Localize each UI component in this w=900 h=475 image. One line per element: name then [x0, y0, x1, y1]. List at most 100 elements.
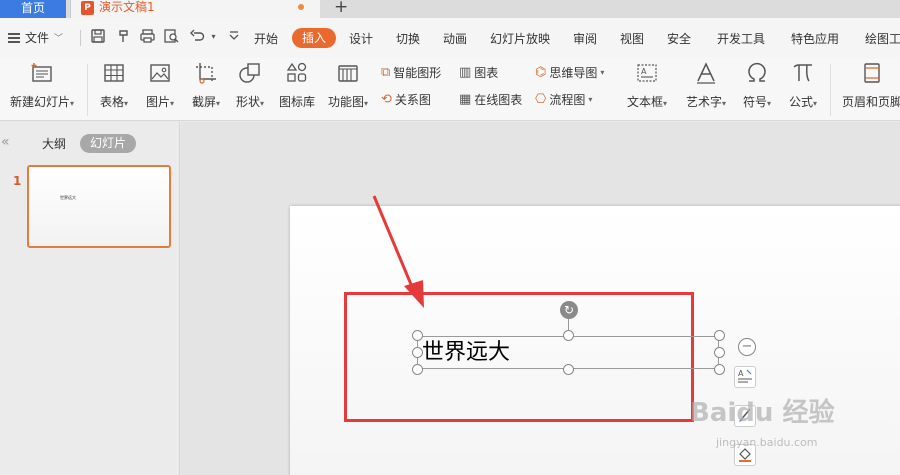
function-graph-button[interactable]: 功能图▾ — [324, 61, 372, 110]
format-painter-icon[interactable] — [116, 29, 131, 44]
shape-dropdown-icon: ▾ — [260, 99, 265, 108]
screenshot-label: 截屏 — [191, 95, 216, 109]
resize-handle-right[interactable] — [714, 347, 725, 358]
presentation-icon: P — [81, 1, 94, 15]
svg-text:A: A — [641, 67, 647, 76]
menu-design[interactable]: 设计 — [349, 30, 373, 47]
resize-handle-bottom-right[interactable] — [714, 364, 725, 375]
chart-icon: ▥ — [459, 65, 472, 80]
symbol-button[interactable]: 符号▾ — [740, 61, 774, 110]
hamburger-icon — [8, 32, 20, 43]
document-title: 演示文稿1 — [99, 0, 155, 14]
formula-button[interactable]: 公式▾ — [786, 61, 820, 110]
picture-button[interactable]: 图片▾ — [142, 61, 178, 110]
divider — [87, 64, 88, 116]
chart-button[interactable]: ▥ 图表 — [459, 64, 498, 81]
menu-bar: 文件 ﹀ ▾ 开始 插入 设计 切换 动画 幻灯片放映 审阅 视图 安全 开发工… — [0, 18, 900, 58]
slide-text[interactable]: 世界远大 — [422, 340, 510, 366]
formula-dropdown-icon: ▾ — [813, 99, 818, 108]
shape-label: 形状 — [235, 95, 260, 109]
new-slide-button[interactable]: 新建幻灯片▾ — [6, 61, 78, 110]
tab-home[interactable]: 首页 — [0, 0, 66, 18]
screenshot-dropdown-icon: ▾ — [216, 99, 221, 108]
mind-map-label: 思维导图 — [549, 66, 598, 80]
tab-slides[interactable]: 幻灯片 — [80, 134, 136, 153]
flow-chart-label: 流程图 — [549, 93, 586, 107]
relation-graph-label: 关系图 — [394, 93, 431, 107]
icon-library-button[interactable]: 图标库 — [277, 61, 317, 110]
text-format-tool-icon[interactable]: A — [734, 366, 756, 388]
menu-view[interactable]: 视图 — [620, 30, 644, 47]
slide-thumbnail[interactable]: 世界远大 — [27, 165, 171, 248]
smart-graphic-button[interactable]: ⧉ 智能图形 — [381, 64, 441, 81]
save-icon[interactable] — [90, 29, 105, 44]
online-chart-button[interactable]: ▦ 在线图表 — [459, 91, 522, 108]
table-button[interactable]: 表格▾ — [96, 61, 132, 110]
resize-handle-top[interactable] — [563, 330, 574, 341]
menu-animation[interactable]: 动画 — [443, 30, 467, 47]
menu-developer[interactable]: 开发工具 — [717, 30, 765, 47]
text-box-icon: A — [635, 61, 659, 85]
svg-text:A: A — [738, 369, 744, 378]
text-box-button[interactable]: A 文本框▾ — [622, 61, 672, 110]
print-icon[interactable] — [140, 29, 155, 44]
collapse-tools-icon[interactable]: − — [738, 338, 756, 356]
rotate-handle-icon[interactable]: ↻ — [560, 301, 578, 319]
smart-graphic-label: 智能图形 — [393, 66, 442, 80]
file-menu-label: 文件 — [25, 31, 50, 45]
tab-document[interactable]: P 演示文稿1 — [70, 0, 320, 18]
chevron-down-icon: ﹀ — [54, 34, 64, 44]
table-icon — [102, 61, 126, 85]
word-art-button[interactable]: 艺术字▾ — [681, 61, 731, 110]
tab-outline[interactable]: 大纲 — [42, 135, 66, 152]
menu-features[interactable]: 特色应用 — [791, 30, 839, 47]
flow-chart-dropdown-icon: ▾ — [588, 95, 593, 104]
slide-number: 1 — [13, 174, 22, 188]
text-box-dropdown-icon: ▾ — [663, 99, 668, 108]
print-preview-icon[interactable] — [164, 29, 179, 44]
relation-graph-button[interactable]: ⟲ 关系图 — [381, 91, 431, 108]
mind-map-button[interactable]: ⌬ 思维导图 ▾ — [535, 64, 604, 81]
smart-graphic-icon: ⧉ — [381, 65, 391, 80]
screenshot-button[interactable]: 截屏▾ — [186, 61, 226, 110]
menu-start[interactable]: 开始 — [254, 30, 278, 47]
mind-map-dropdown-icon: ▾ — [600, 68, 605, 77]
watermark-url: jingyan.baidu.com — [716, 436, 818, 449]
menu-drawing-tools[interactable]: 绘图工 — [865, 30, 900, 47]
icon-library-label: 图标库 — [278, 95, 315, 109]
word-art-dropdown-icon: ▾ — [722, 99, 727, 108]
divider — [830, 64, 831, 116]
resize-handle-bottom[interactable] — [563, 364, 574, 375]
unsaved-dot-icon — [298, 4, 304, 10]
collapse-panel-icon[interactable]: « — [1, 134, 10, 150]
new-slide-label: 新建幻灯片 — [9, 95, 70, 109]
menu-transition[interactable]: 切换 — [396, 30, 420, 47]
icon-library-icon — [285, 61, 309, 85]
menu-security[interactable]: 安全 — [667, 30, 691, 47]
new-tab-button[interactable]: + — [334, 0, 348, 17]
undo-dropdown-icon[interactable]: ▾ — [206, 29, 221, 44]
menu-review[interactable]: 审阅 — [573, 30, 597, 47]
flow-chart-icon: ⎔ — [535, 92, 547, 107]
customize-toolbar-icon[interactable] — [226, 29, 241, 44]
menu-insert[interactable]: 插入 — [292, 28, 336, 48]
flow-chart-button[interactable]: ⎔ 流程图 ▾ — [535, 91, 592, 108]
header-footer-button[interactable]: 页眉和页脚 — [840, 61, 900, 110]
table-label: 表格 — [99, 95, 124, 109]
table-dropdown-icon: ▾ — [124, 99, 129, 108]
symbol-label: 符号 — [742, 95, 767, 109]
pi-icon — [791, 61, 815, 85]
divider — [80, 30, 81, 46]
undo-icon[interactable] — [190, 29, 205, 44]
shape-icon — [238, 61, 262, 85]
picture-icon — [148, 61, 172, 85]
resize-handle-top-right[interactable] — [714, 330, 725, 341]
text-box-label: 文本框 — [626, 95, 663, 109]
new-slide-icon — [30, 61, 54, 85]
file-menu[interactable]: 文件 ﹀ — [8, 29, 63, 46]
ribbon-toolbar: 新建幻灯片▾ 表格▾ 图片▾ 截屏▾ 形状▾ 图标库 功能图▾ ⧉ 智能图形 ⟲… — [0, 58, 900, 121]
menu-slideshow[interactable]: 幻灯片放映 — [490, 30, 550, 47]
shape-button[interactable]: 形状▾ — [230, 61, 270, 110]
symbol-dropdown-icon: ▾ — [767, 99, 772, 108]
slides-panel: « 大纲 幻灯片 1 世界远大 — [0, 122, 180, 475]
